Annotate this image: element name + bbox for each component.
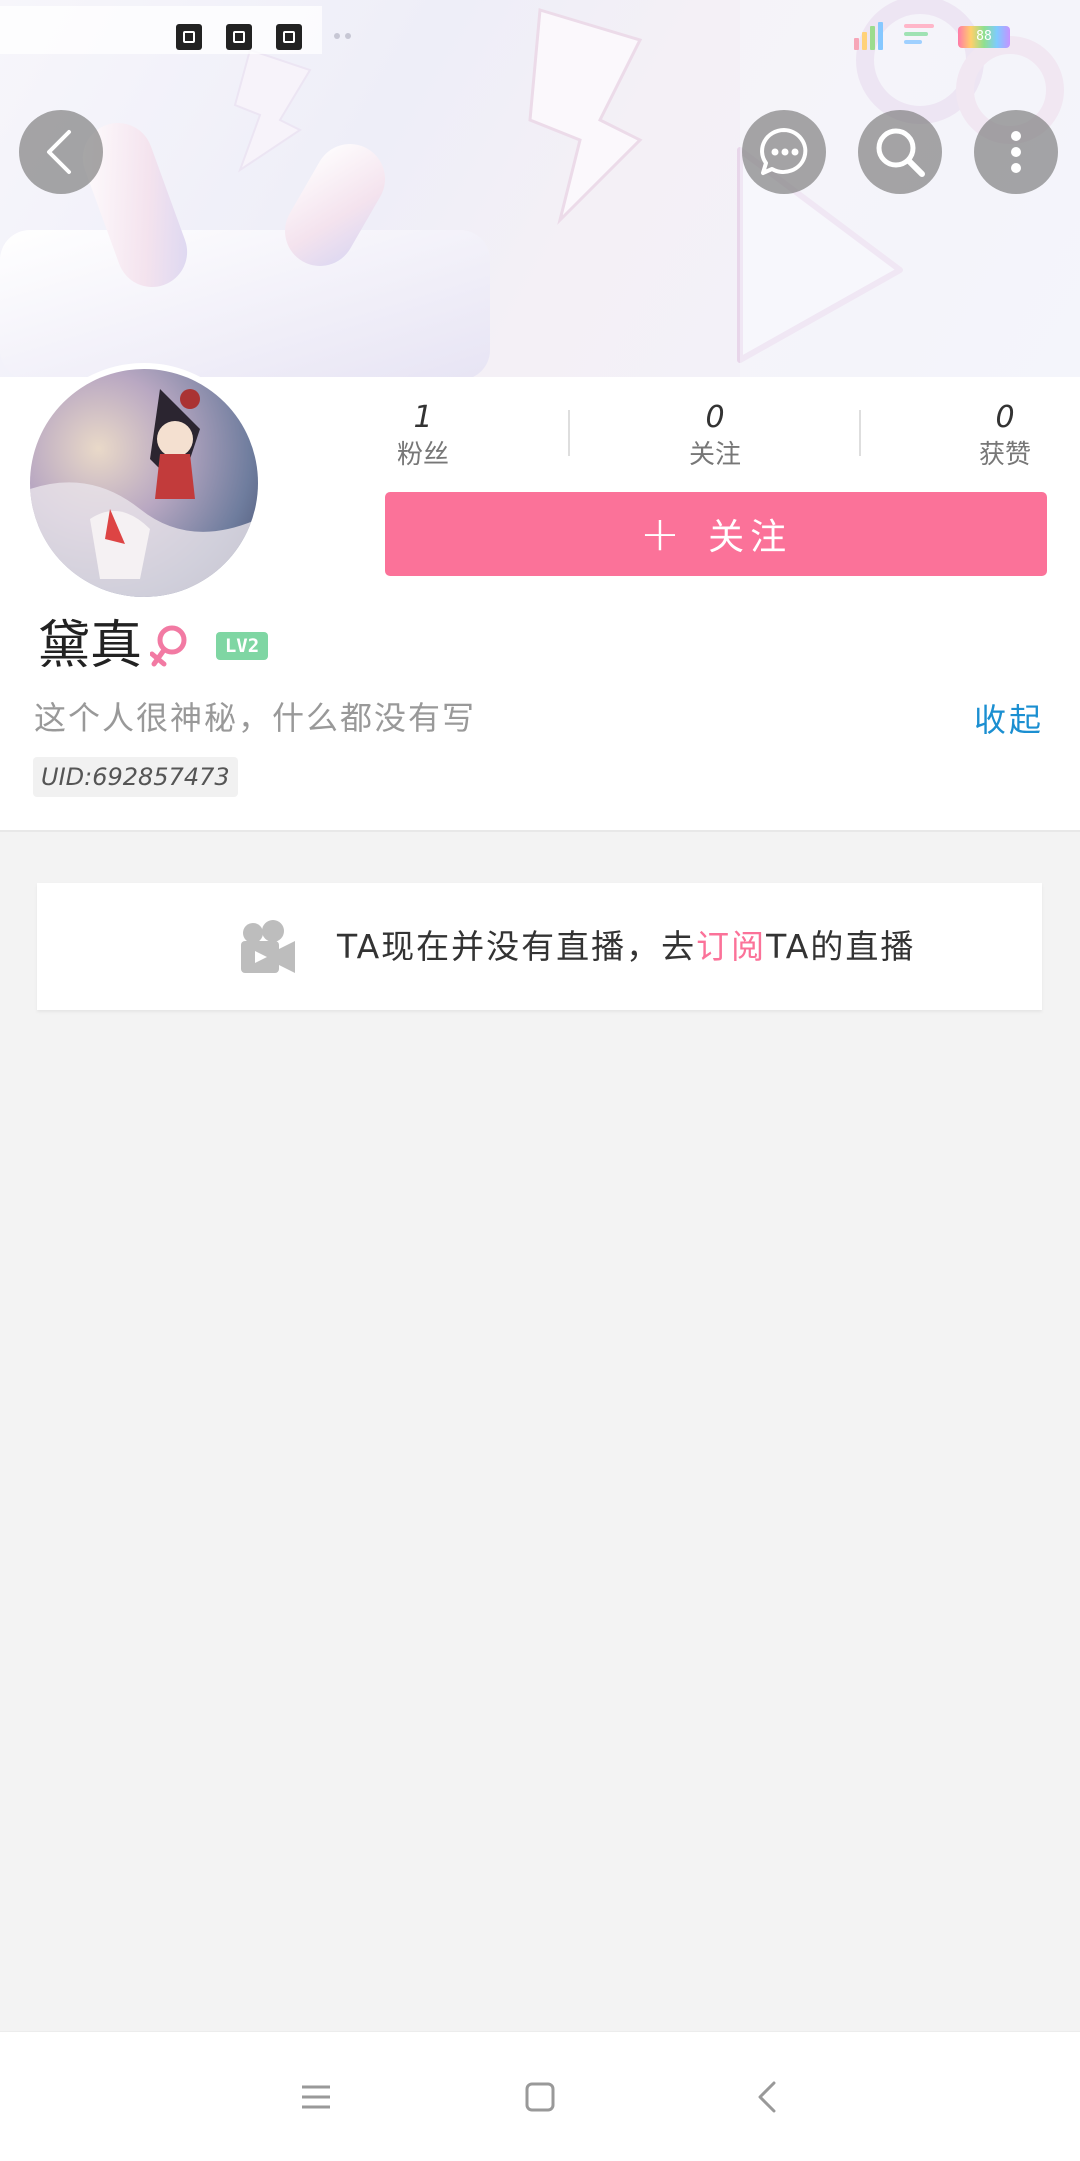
stat-following[interactable]: 0 关注 — [640, 398, 790, 472]
more-button[interactable] — [974, 110, 1058, 194]
stat-divider — [568, 410, 570, 456]
avatar-illustration — [30, 389, 258, 597]
back-button[interactable] — [19, 110, 103, 194]
stat-divider — [859, 410, 861, 456]
stat-likes-value: 0 — [995, 400, 1015, 435]
menu-icon[interactable] — [286, 2067, 346, 2127]
search-button[interactable] — [858, 110, 942, 194]
back-icon[interactable] — [738, 2067, 798, 2127]
avatar[interactable] — [24, 363, 264, 603]
stat-fans-value: 1 — [413, 400, 433, 435]
live-status-card: TA现在并没有直播，去订阅TA的直播 — [37, 883, 1042, 1010]
home-icon[interactable] — [510, 2067, 570, 2127]
username: 黛真 — [38, 616, 143, 676]
more-vertical-icon — [1011, 131, 1021, 173]
app-icon-1 — [176, 24, 202, 50]
app-icon-3 — [276, 24, 302, 50]
stat-fans-label: 粉丝 — [396, 440, 449, 470]
uid-badge[interactable]: UID:692857473 — [33, 757, 238, 797]
female-gender-icon — [150, 625, 187, 667]
subscribe-link[interactable]: 订阅 — [696, 927, 766, 966]
live-text-before: TA现在并没有直播，去 — [337, 927, 697, 966]
live-text-after: TA的直播 — [766, 927, 916, 966]
status-bar-left — [0, 6, 322, 54]
system-navigation-bar — [0, 2031, 1080, 2161]
edit-icon — [226, 24, 252, 50]
stat-fans[interactable]: 1 粉丝 — [348, 398, 498, 472]
wifi-icon — [904, 24, 934, 48]
avatar-image — [30, 369, 258, 597]
stat-following-label: 关注 — [688, 440, 741, 470]
follow-button-label: 关注 — [708, 517, 793, 558]
signature-text: 这个人很神秘，什么都没有写 — [34, 699, 477, 737]
battery-icon: 88 — [958, 26, 1010, 48]
more-notifications-icon — [334, 24, 360, 39]
live-status-text: TA现在并没有直播，去订阅TA的直播 — [337, 923, 915, 971]
level-badge: LV2 — [216, 632, 268, 660]
stat-likes[interactable]: 0 获赞 — [930, 398, 1080, 472]
collapse-link[interactable]: 收起 — [974, 696, 1044, 744]
profile-banner: 88 — [0, 0, 1080, 377]
follow-button[interactable]: + 关注 — [385, 492, 1047, 576]
video-camera-icon — [241, 920, 295, 973]
stat-likes-label: 获赞 — [978, 440, 1031, 470]
signal-icon — [854, 22, 890, 50]
divider — [0, 830, 1080, 832]
message-icon — [760, 128, 808, 175]
message-button[interactable] — [742, 110, 826, 194]
stat-following-value: 0 — [705, 400, 725, 435]
chevron-left-icon — [47, 130, 71, 174]
search-icon — [876, 128, 925, 177]
plus-icon: + — [639, 506, 687, 562]
